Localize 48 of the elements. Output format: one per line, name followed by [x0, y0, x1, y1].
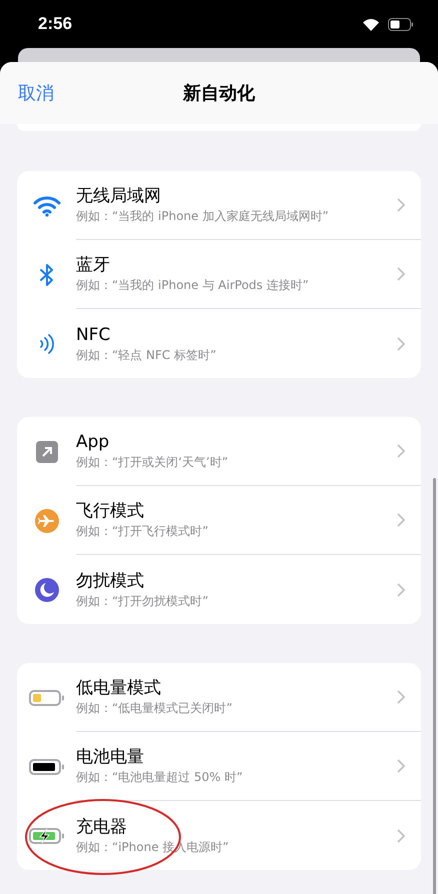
chevron-icon — [397, 513, 405, 527]
battery-icon — [388, 18, 414, 30]
trigger-row[interactable]: 飞行模式 例如：“打开飞行模式时” — [17, 486, 421, 555]
row-title: 充电器 — [76, 816, 128, 838]
chevron-icon — [397, 690, 405, 704]
row-title: NFC — [76, 324, 112, 346]
chevron-icon — [397, 336, 405, 350]
chevron-icon — [397, 582, 405, 596]
row-title: 蓝牙 — [76, 254, 111, 276]
trigger-row[interactable]: 无线局域网 例如：“当我的 iPhone 加入家庭无线局域网时” — [17, 171, 421, 240]
chevron-icon — [397, 444, 405, 458]
wifi-icon — [362, 18, 380, 30]
bluetooth-icon — [38, 262, 54, 286]
wifi-icon — [32, 194, 60, 216]
trigger-row[interactable]: App 例如：“打开或关闭‘天气’时” — [17, 417, 421, 486]
moon-icon — [34, 578, 58, 602]
row-title: 无线局域网 — [76, 185, 162, 207]
trigger-row[interactable]: 低电量模式 例如：“低电量模式已关闭时” — [17, 663, 421, 732]
status-time: 2:56 — [38, 13, 72, 36]
row-title: 勿扰模式 — [76, 570, 145, 592]
row-subtitle: 例如：“轻点 NFC 标签时” — [76, 346, 218, 364]
arrow-square-icon — [36, 440, 58, 462]
chevron-icon — [397, 198, 405, 212]
row-title: 低电量模式 — [76, 677, 162, 699]
trigger-row[interactable]: 电池电量 例如：“电池电量超过 50% 时” — [17, 732, 421, 801]
chevron-icon — [397, 267, 405, 281]
chevron-icon — [397, 759, 405, 773]
row-subtitle: 例如：“当我的 iPhone 与 AirPods 连接时” — [76, 277, 310, 294]
battery-icon — [28, 688, 64, 706]
row-subtitle: 例如：“打开飞行模式时” — [76, 523, 210, 540]
row-subtitle: 例如：“低电量模式已关闭时” — [76, 700, 234, 717]
trigger-row[interactable]: 蓝牙 例如：“当我的 iPhone 与 AirPods 连接时” — [17, 240, 421, 309]
battery-icon — [28, 758, 64, 776]
chevron-icon — [397, 828, 405, 842]
row-title: 电池电量 — [76, 746, 145, 768]
row-title: 飞行模式 — [76, 500, 145, 522]
row-subtitle: 例如：“电池电量超过 50% 时” — [76, 769, 244, 786]
row-subtitle: 例如：“打开勿扰模式时” — [76, 592, 210, 610]
trigger-row[interactable]: 勿扰模式 例如：“打开勿扰模式时” — [17, 555, 421, 624]
nav-title: 新自动化 — [183, 82, 255, 106]
row-title: App — [76, 431, 110, 453]
trigger-row[interactable]: NFC 例如：“轻点 NFC 标签时” — [17, 309, 421, 378]
row-subtitle: 例如：“打开或关闭‘天气’时” — [76, 454, 230, 471]
charging-battery-icon — [28, 826, 64, 844]
airplane-icon — [34, 508, 58, 532]
cancel-button[interactable]: 取消 — [18, 80, 54, 106]
nfc-icon — [38, 332, 54, 354]
row-subtitle: 例如：“当我的 iPhone 加入家庭无线局域网时” — [76, 208, 330, 225]
